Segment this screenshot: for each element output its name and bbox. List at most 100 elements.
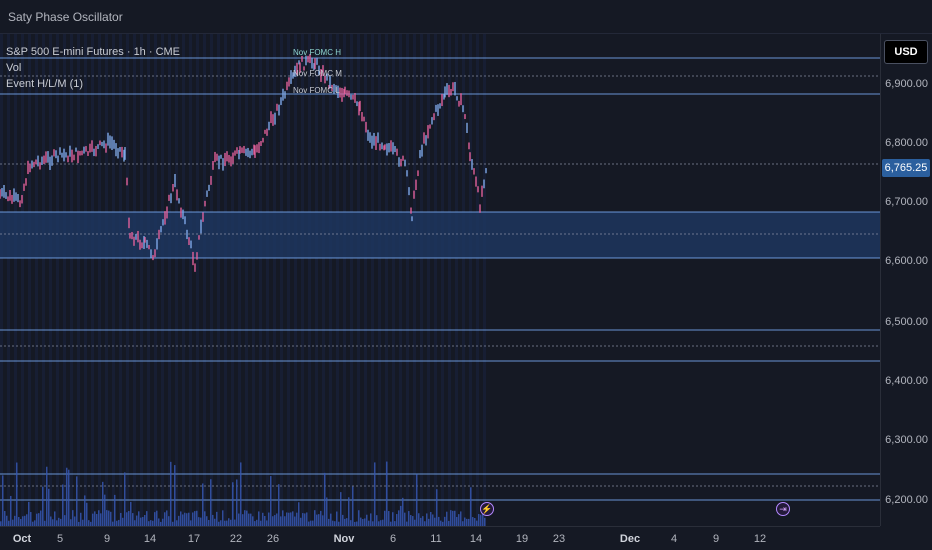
volume-bar [412, 516, 414, 526]
volume-bar [426, 513, 428, 526]
session-stripe [322, 34, 325, 526]
volume-bar [434, 517, 436, 526]
session-stripe [350, 34, 353, 526]
volume-bar [10, 495, 12, 526]
volume-bar [232, 482, 234, 526]
event-arrow-icon[interactable]: ⇥ [776, 502, 790, 516]
legend-volume[interactable]: Vol [6, 60, 180, 76]
volume-bar [108, 510, 110, 526]
volume-bar [468, 518, 470, 526]
time-tick: 5 [56, 533, 64, 545]
volume-bar [326, 497, 328, 526]
volume-bar [288, 512, 290, 526]
legend-indicator[interactable]: Event H/L/M (1) [6, 76, 180, 92]
volume-bar [280, 516, 282, 526]
volume-bar [258, 511, 260, 526]
volume-bar [272, 516, 274, 526]
session-stripe [154, 34, 157, 526]
volume-bar [62, 484, 64, 526]
volume-bar [6, 515, 8, 526]
volume-bar [222, 510, 224, 526]
volume-bar [264, 516, 266, 526]
volume-bar [110, 511, 112, 526]
volume-bar [268, 512, 270, 526]
volume-bar [228, 518, 230, 526]
volume-bar [388, 511, 390, 526]
volume-bar [136, 515, 138, 526]
volume-bar [422, 516, 424, 526]
session-stripe [84, 34, 87, 526]
session-stripe [56, 34, 59, 526]
time-axis[interactable]: Oct 5 9 14 17 22 26 Nov 6 11 14 19 23 De… [0, 526, 880, 550]
volume-bar [286, 512, 288, 526]
fomc-high-label: Nov FOMC H [293, 48, 341, 57]
volume-bar [358, 510, 360, 526]
volume-bar [84, 495, 86, 526]
session-stripe [259, 34, 262, 526]
volume-bar [188, 512, 190, 526]
volume-bar [54, 511, 56, 526]
session-stripe [189, 34, 192, 526]
volume-bar [340, 492, 342, 526]
volume-bar [306, 512, 308, 526]
price-tick: 6,900.00 [885, 78, 928, 90]
volume-bar [18, 516, 20, 526]
volume-bar [246, 510, 248, 526]
session-stripe [266, 34, 269, 526]
volume-bar [92, 513, 94, 526]
session-stripe [448, 34, 451, 526]
price-chart-area[interactable] [0, 34, 880, 526]
volume-bar [68, 469, 70, 526]
session-stripe [455, 34, 458, 526]
volume-bar [196, 510, 198, 526]
volume-bar [374, 462, 376, 526]
volume-bar [96, 513, 98, 526]
volume-bar [420, 517, 422, 526]
volume-bar [456, 516, 458, 526]
price-axis[interactable]: 6,900.00 6,800.00 6,700.00 6,600.00 6,50… [880, 34, 932, 526]
volume-bar [240, 462, 242, 526]
volume-bar [98, 510, 100, 526]
session-stripe [70, 34, 73, 526]
volume-bar [366, 514, 368, 526]
volume-bar [284, 516, 286, 526]
currency-button[interactable]: USD [884, 40, 928, 64]
session-stripe [77, 34, 80, 526]
volume-bar [184, 512, 186, 526]
volume-bar [290, 512, 292, 526]
session-stripe [378, 34, 381, 526]
time-tick: 4 [670, 533, 678, 545]
event-lightning-icon[interactable]: ⚡ [480, 502, 494, 516]
volume-bar [244, 510, 246, 526]
volume-bar [484, 517, 486, 526]
session-stripe [385, 34, 388, 526]
legend-symbol[interactable]: S&P 500 E-mini Futures · 1h · CME [6, 44, 180, 60]
volume-bar [452, 510, 454, 526]
session-stripe [105, 34, 108, 526]
volume-bar [74, 516, 76, 526]
session-stripe [140, 34, 143, 526]
session-stripe [224, 34, 227, 526]
volume-bar [76, 476, 78, 526]
time-tick: Dec [619, 533, 641, 545]
session-stripe [203, 34, 206, 526]
session-stripe [21, 34, 24, 526]
indicator-title[interactable]: Saty Phase Oscillator [8, 10, 123, 24]
volume-bar [470, 487, 472, 526]
volume-bar [40, 510, 42, 526]
session-stripe [343, 34, 346, 526]
volume-bar [242, 514, 244, 526]
volume-bar [58, 517, 60, 526]
price-chart-svg[interactable] [0, 34, 880, 526]
time-tick: 9 [103, 533, 111, 545]
session-stripe [63, 34, 66, 526]
session-stripe [0, 34, 3, 526]
session-stripe [371, 34, 374, 526]
volume-bar [28, 501, 30, 526]
volume-bar [36, 513, 38, 526]
price-tick: 6,300.00 [885, 434, 928, 446]
volume-bar [238, 513, 240, 526]
volume-bar [50, 516, 52, 526]
volume-bar [444, 516, 446, 526]
volume-bar [128, 510, 130, 526]
